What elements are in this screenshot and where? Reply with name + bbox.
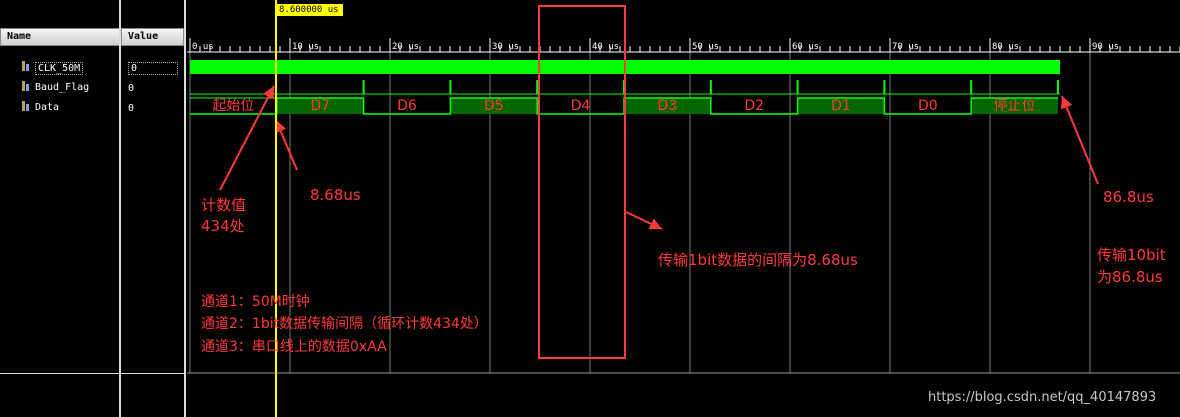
tick-label: 10 us xyxy=(292,42,319,52)
data-bit-label: D0 xyxy=(918,98,938,114)
tick-label: 70 us xyxy=(892,42,919,52)
tick-label: 90 us xyxy=(1092,42,1119,52)
signal-name-baud-flag[interactable]: Baud_Flag xyxy=(35,82,89,93)
data-bit-label: D3 xyxy=(658,98,678,114)
name-column-header[interactable]: Name xyxy=(0,28,120,46)
signal-value-baud-flag: 0 xyxy=(128,83,135,94)
tick-label: 50 us xyxy=(692,42,719,52)
annotation-count-value: 计数值 434处 xyxy=(201,196,247,235)
data-bit-label: D4 xyxy=(571,98,591,114)
tick-label: 60 us xyxy=(792,42,819,52)
panel-bottom-divider xyxy=(0,373,186,374)
data-bit-label: D5 xyxy=(484,98,504,114)
value-wave-divider[interactable] xyxy=(184,0,186,417)
annotation-bit-interval: 传输1bit数据的间隔为8.68us xyxy=(658,251,858,269)
watermark: https://blog.csdn.net/qq_40147893 xyxy=(928,390,1157,405)
annotation-channel-3: 通道3：串口线上的数据0xAA xyxy=(201,339,387,355)
signal-name-data[interactable]: Data xyxy=(35,102,59,113)
data-bit-label: 停止位 xyxy=(994,97,1036,114)
tick-label: 30 us xyxy=(492,42,519,52)
data-bit-label: 起始位 xyxy=(212,98,254,114)
data-bit-label: D6 xyxy=(397,98,417,114)
signal-icon xyxy=(22,61,29,71)
annotation-channel-2: 通道2：1bit数据传输间隔（循环计数434处） xyxy=(201,316,488,332)
data-bit-label: D1 xyxy=(831,98,851,114)
tick-label: 40 us xyxy=(592,42,619,52)
data-bit-label: D2 xyxy=(744,98,764,114)
annotation-first-bit-time: 8.68us xyxy=(310,186,361,204)
signal-value-data: 0 xyxy=(128,103,135,114)
signal-value-clk: 0 xyxy=(128,62,178,75)
signal-name-clk[interactable]: CLK_50M xyxy=(35,62,84,75)
annotation-end-time: 86.8us xyxy=(1103,188,1154,206)
annotation-total-time: 传输10bit 为86.8us xyxy=(1097,246,1166,286)
annotation-channel-1: 通道1：50M时钟 xyxy=(201,294,310,310)
cursor-time-label[interactable]: 8.600000 us xyxy=(275,4,343,16)
signal-icon xyxy=(22,101,29,111)
signal-icon xyxy=(22,81,29,91)
tick-label: 20 us xyxy=(392,42,419,52)
tick-label: 80 us xyxy=(992,42,1019,52)
data-bit-label: D7 xyxy=(310,98,330,114)
signal-name-panel: Name CLK_50M Baud_Flag Data xyxy=(0,0,120,417)
value-column-header[interactable]: Value xyxy=(121,28,184,46)
